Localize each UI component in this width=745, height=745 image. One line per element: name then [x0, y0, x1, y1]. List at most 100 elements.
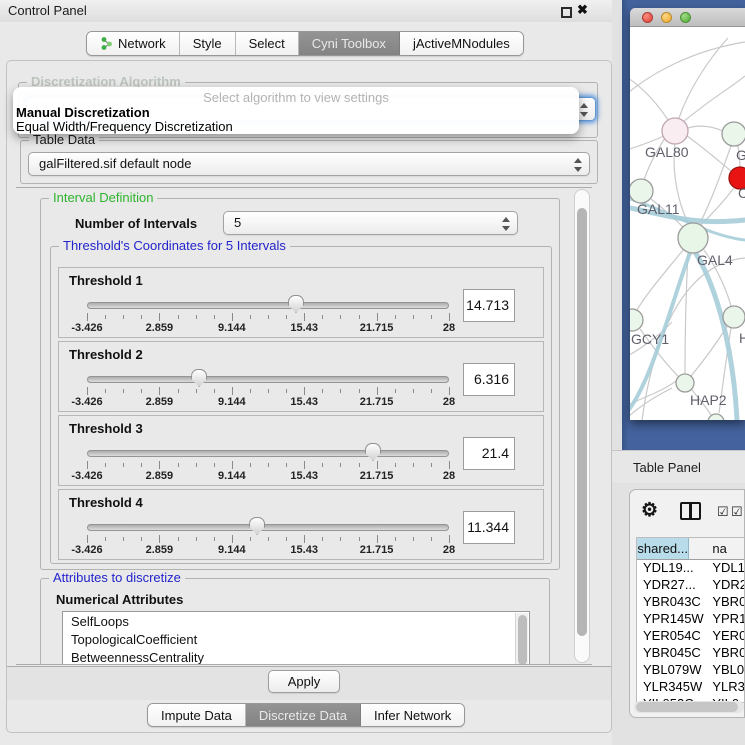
node-label-GAL80: GAL80 — [645, 144, 689, 160]
table-row[interactable]: YDL19...YDL1 — [637, 560, 745, 577]
table-data-selected: galFiltered.sif default node — [39, 156, 191, 171]
table-hscrollbar[interactable] — [634, 701, 744, 713]
minimize-traffic-light-icon[interactable] — [661, 12, 672, 23]
settings-viewport: Interval Definition Number of Intervals … — [16, 187, 592, 665]
threshold-4-value-field[interactable]: 11.344 — [463, 511, 515, 544]
tab-impute-data[interactable]: Impute Data — [148, 704, 246, 726]
network-window: GAL80GALCGAL11GAL4GCY1HHAP2 — [630, 8, 745, 420]
table-row[interactable]: YPR145WYPR1 — [637, 611, 745, 628]
network-canvas[interactable]: GAL80GALCGAL11GAL4GCY1HHAP2 — [630, 27, 745, 420]
tab-style[interactable]: Style — [180, 32, 236, 55]
tab-network-label: Network — [118, 36, 166, 51]
threshold-2-panel: Threshold 2 -3.4262.8599.14415.4321.7152… — [58, 341, 544, 412]
dropdown-item-equal-width[interactable]: Equal Width/Frequency Discretization — [16, 119, 233, 134]
dropdown-placeholder-item[interactable]: Select algorithm to view settings — [13, 90, 579, 105]
float-window-icon[interactable] — [561, 7, 572, 18]
node-label-right-mid: H — [739, 330, 745, 346]
attribute-list-item[interactable]: SelfLoops — [63, 612, 529, 630]
threshold-1-slider-thumb[interactable] — [288, 295, 304, 313]
network-node-right-mid[interactable] — [723, 306, 745, 328]
node-label-GAL11: GAL11 — [637, 201, 680, 217]
network-edge — [637, 250, 683, 310]
threshold-2-value-field[interactable]: 6.316 — [463, 363, 515, 396]
algorithm-dropdown-popup: Select algorithm to view settings Manual… — [13, 87, 579, 134]
number-of-intervals-combobox[interactable]: 5 — [223, 211, 518, 235]
threshold-3-value-field[interactable]: 21.4 — [463, 437, 515, 470]
threshold-4-slider-thumb[interactable] — [249, 517, 265, 535]
bottom-tabbar: Impute Data Discretize Data Infer Networ… — [147, 703, 465, 727]
slider-ticks — [87, 461, 449, 470]
table-data-combobox[interactable]: galFiltered.sif default node — [28, 152, 590, 176]
threshold-4-slider-track[interactable] — [87, 524, 449, 531]
network-edge — [630, 388, 672, 420]
dropdown-item-manual-discretization[interactable]: Manual Discretization — [16, 105, 150, 120]
control-panel-tabbar: Network Style Select Cyni Toolbox jActiv… — [86, 31, 524, 56]
threshold-3-slider-track[interactable] — [87, 450, 449, 457]
network-edge — [691, 325, 728, 376]
threshold-3-label: Threshold 3 — [69, 421, 143, 436]
list-scrollbar[interactable] — [515, 613, 528, 665]
threshold-2-slider-track[interactable] — [87, 376, 449, 383]
threshold-4-panel: Threshold 4 -3.4262.8599.14415.4321.7152… — [58, 489, 544, 560]
slider-scale-labels: -3.4262.8599.14415.4321.71528 — [87, 396, 449, 408]
threshold-1-label: Threshold 1 — [69, 273, 143, 288]
screenshot-root: Control Panel ✖ Network Style Select Cyn… — [0, 0, 745, 745]
close-icon[interactable]: ✖ — [577, 2, 588, 18]
close-traffic-light-icon[interactable] — [642, 12, 653, 23]
threshold-2-label: Threshold 2 — [69, 347, 143, 362]
zoom-traffic-light-icon[interactable] — [680, 12, 691, 23]
network-node-GAL80[interactable] — [662, 118, 688, 144]
thresholds-group-title: Threshold's Coordinates for 5 Intervals — [59, 238, 290, 253]
node-label-GCY1: GCY1 — [631, 331, 669, 347]
threshold-1-value-field[interactable]: 14.713 — [463, 289, 515, 322]
tab-discretize-data[interactable]: Discretize Data — [246, 704, 361, 726]
apply-button[interactable]: Apply — [268, 670, 340, 693]
slider-scale-labels: -3.4262.8599.14415.4321.71528 — [87, 470, 449, 482]
node-label-red-node: C — [738, 185, 745, 201]
network-node-HAP2[interactable] — [676, 374, 694, 392]
control-panel-titlebar: Control Panel ✖ — [0, 0, 618, 22]
control-panel-title: Control Panel — [8, 3, 87, 18]
numerical-attributes-list[interactable]: SelfLoopsTopologicalCoefficientBetweenne… — [62, 611, 530, 665]
gear-icon[interactable]: ⚙ — [641, 499, 658, 522]
table-panel-box: ⚙ ☑ ☑ shared... na YDL19...YDL1YDR27...Y… — [629, 489, 745, 718]
numerical-attributes-label: Numerical Attributes — [56, 592, 183, 607]
tab-network[interactable]: Network — [87, 32, 180, 55]
network-edge — [630, 74, 668, 120]
threshold-1-slider-track[interactable] — [87, 302, 449, 309]
threshold-2-slider-thumb[interactable] — [191, 369, 207, 387]
tab-infer-network[interactable]: Infer Network — [361, 704, 464, 726]
attributes-group-title: Attributes to discretize — [49, 570, 185, 585]
attribute-list-item[interactable]: BetweennessCentrality — [63, 648, 529, 665]
table-panel-title: Table Panel — [633, 460, 701, 475]
network-node-GAL4[interactable] — [678, 223, 708, 253]
table-row[interactable]: YBR045CYBR0 — [637, 645, 745, 662]
node-table: shared... na YDL19...YDL1YDR27...YDR2YBR… — [636, 537, 745, 703]
number-of-intervals-value: 5 — [234, 215, 241, 230]
node-label-GAL-right: GAL — [736, 147, 745, 163]
table-row[interactable]: YLR345WYLR3 — [637, 679, 745, 696]
tab-jactivemnodules[interactable]: jActiveMNodules — [400, 32, 523, 55]
combo-stepper-icon — [501, 216, 510, 232]
table-row[interactable]: YER054CYER0 — [637, 628, 745, 645]
tab-cyni-toolbox[interactable]: Cyni Toolbox — [299, 32, 400, 55]
number-of-intervals-label: Number of Intervals — [75, 216, 197, 231]
table-row[interactable]: YBR043CYBR0 — [637, 594, 745, 611]
network-icon — [100, 36, 113, 51]
checkbox-icon[interactable]: ☑ — [731, 504, 744, 520]
attribute-list-item[interactable]: TopologicalCoefficient — [63, 630, 529, 648]
columns-icon[interactable] — [680, 502, 701, 520]
settings-scrollbar[interactable] — [574, 189, 590, 663]
table-row[interactable]: YDR27...YDR2 — [637, 577, 745, 594]
checkbox-icon[interactable]: ☑ — [717, 504, 730, 520]
column-header-name[interactable]: na — [689, 538, 745, 559]
table-row[interactable]: YBL079WYBL0 — [637, 662, 745, 679]
network-edge — [683, 76, 745, 122]
network-node-GAL-right[interactable] — [722, 122, 745, 146]
network-node-GAL11[interactable] — [630, 179, 653, 203]
tab-select[interactable]: Select — [236, 32, 299, 55]
network-node-GCY1[interactable] — [630, 309, 643, 331]
threshold-3-slider-thumb[interactable] — [365, 443, 381, 461]
interval-definition-title: Interval Definition — [49, 190, 157, 205]
column-header-shared[interactable]: shared... — [637, 538, 689, 559]
